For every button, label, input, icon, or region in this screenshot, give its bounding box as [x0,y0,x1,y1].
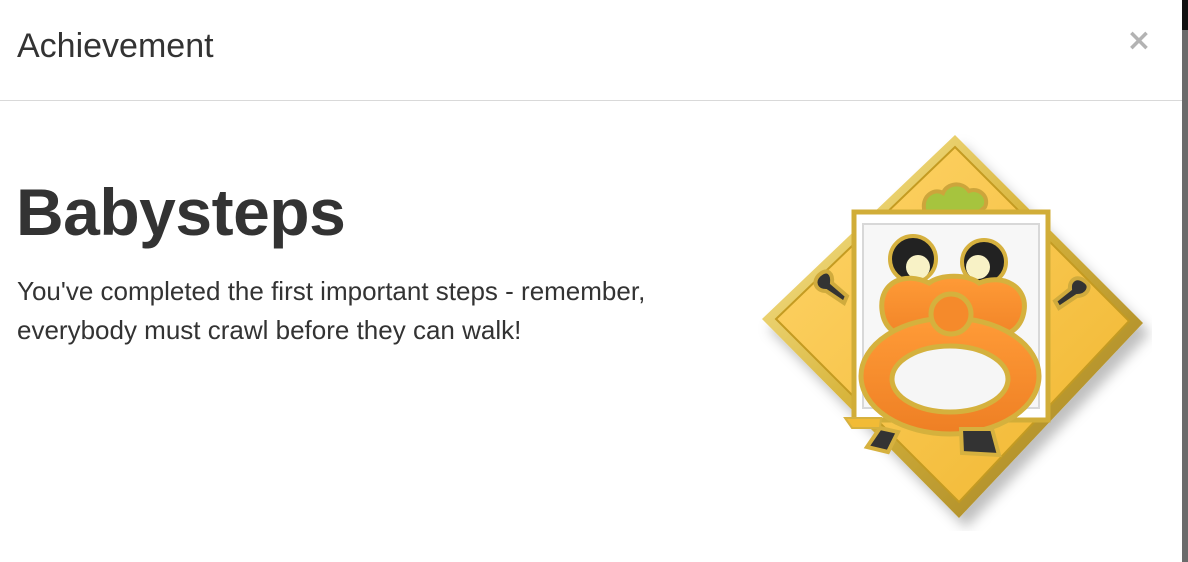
modal-title: Achievement [17,27,214,65]
close-icon[interactable]: × [1122,22,1156,60]
achievement-description: You've completed the first important ste… [17,276,646,345]
achievement-modal: Achievement × Babysteps You've completed… [0,0,1182,562]
modal-header: Achievement × [0,0,1182,101]
window-edge [1182,0,1188,562]
babysteps-badge-icon [762,135,1143,518]
achievement-name: Babysteps [16,175,346,249]
modal-body: Babysteps You've completed the first imp… [0,101,1182,562]
window-edge-top [1182,0,1188,30]
